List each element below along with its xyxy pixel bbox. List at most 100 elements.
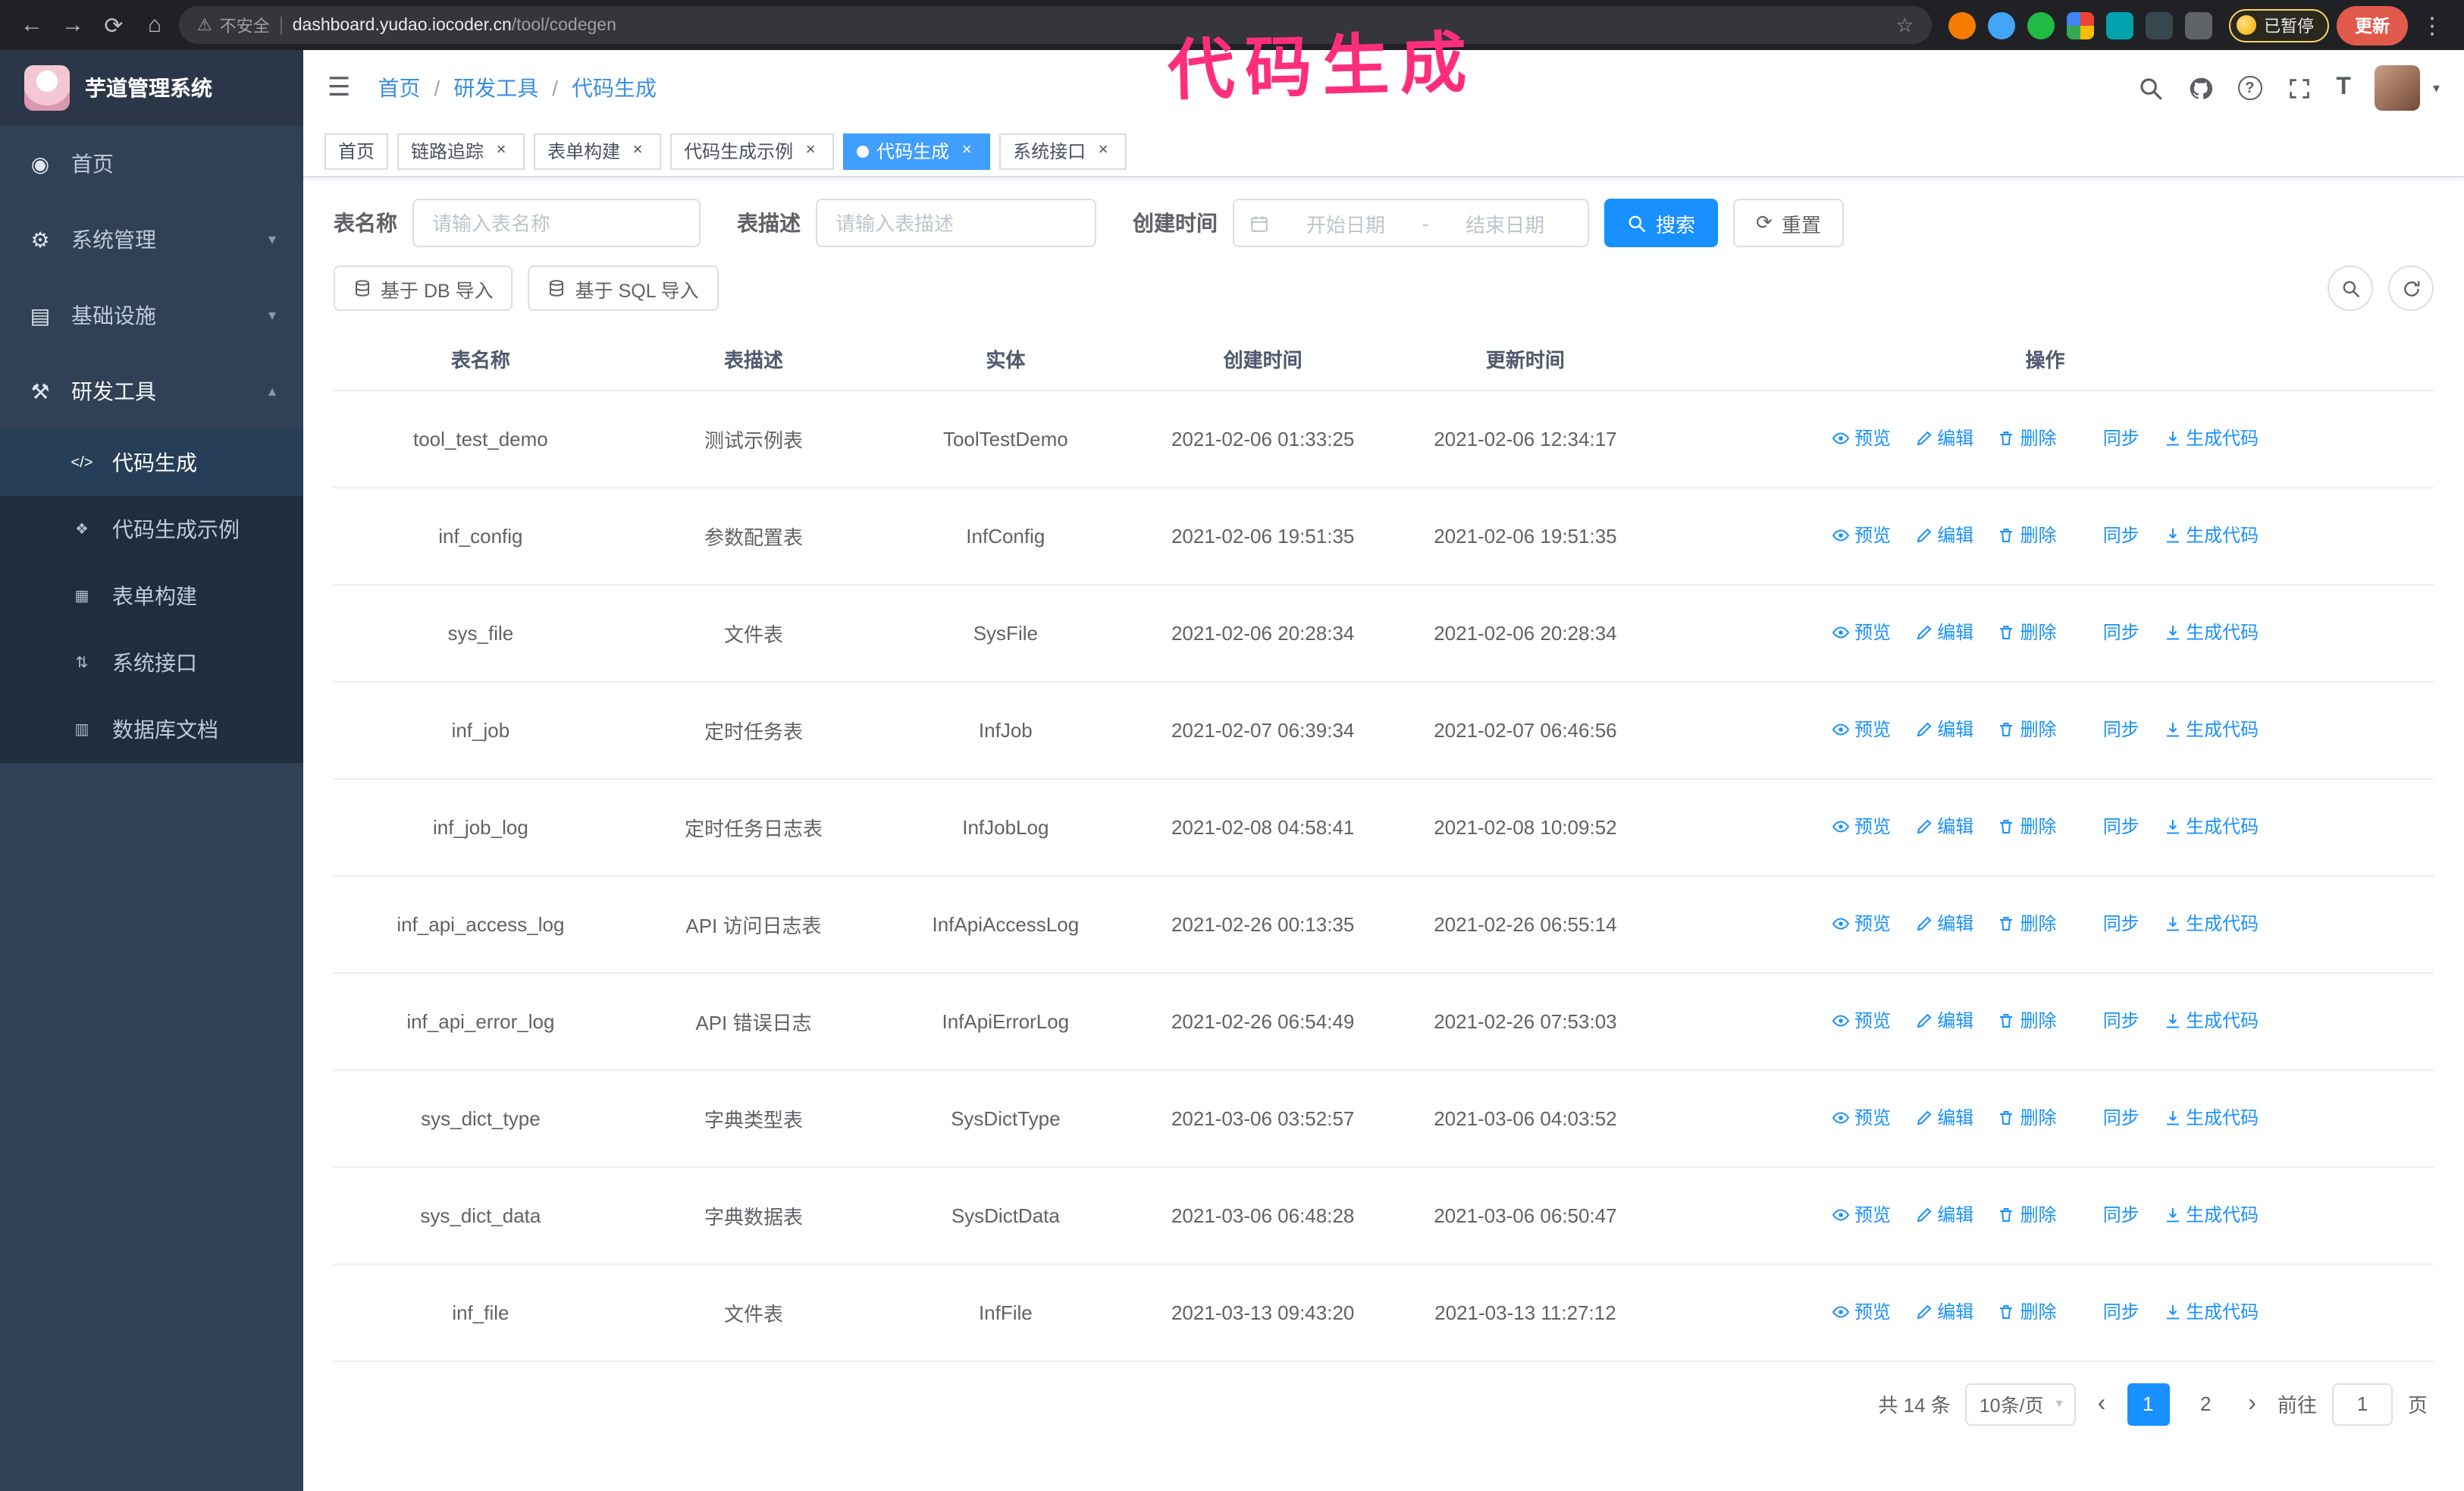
home-icon[interactable]: ⌂ <box>138 8 171 42</box>
delete-link[interactable]: 删除 <box>1998 1105 2057 1131</box>
date-range-picker[interactable]: 开始日期 - 结束日期 <box>1233 199 1589 247</box>
breadcrumb-home[interactable]: 首页 <box>378 73 421 103</box>
sync-link[interactable]: 同步 <box>2080 911 2140 937</box>
edit-link[interactable]: 编辑 <box>1914 425 1973 451</box>
edit-link[interactable]: 编辑 <box>1914 1202 1973 1228</box>
preview-link[interactable]: 预览 <box>1832 1202 1891 1228</box>
delete-link[interactable]: 删除 <box>1998 523 2057 548</box>
next-page-button[interactable]: › <box>2242 1390 2262 1417</box>
sidebar-toggle-icon[interactable]: ☰ <box>328 73 351 103</box>
edit-link[interactable]: 编辑 <box>1914 717 1973 742</box>
import-db-button[interactable]: 基于 DB 导入 <box>334 265 513 311</box>
sidebar-item-db-doc[interactable]: ▥ 数据库文档 <box>0 696 303 763</box>
sidebar-item-devtools[interactable]: ⚒ 研发工具 ▴ <box>0 353 303 429</box>
preview-link[interactable]: 预览 <box>1832 425 1891 451</box>
reload-icon[interactable]: ⟳ <box>97 8 130 42</box>
edit-link[interactable]: 编辑 <box>1914 1105 1973 1131</box>
reset-button[interactable]: ⟳ 重置 <box>1733 199 1844 247</box>
generate-code-link[interactable]: 生成代码 <box>2163 620 2259 645</box>
generate-code-link[interactable]: 生成代码 <box>2163 425 2259 451</box>
sidebar-item-home[interactable]: ◉ 首页 <box>0 126 303 202</box>
extension-icon-2[interactable] <box>1988 11 2015 39</box>
start-date-input[interactable]: 开始日期 <box>1278 209 1413 237</box>
sync-link[interactable]: 同步 <box>2080 1202 2140 1228</box>
page-size-select[interactable]: 10条/页 ▾ <box>1965 1383 2077 1425</box>
page-2-button[interactable]: 2 <box>2184 1383 2227 1425</box>
preview-link[interactable]: 预览 <box>1832 717 1891 742</box>
generate-code-link[interactable]: 生成代码 <box>2163 1008 2259 1034</box>
preview-link[interactable]: 预览 <box>1832 523 1891 548</box>
delete-link[interactable]: 删除 <box>1998 1202 2057 1228</box>
extension-icon-6[interactable] <box>2146 11 2173 39</box>
generate-code-link[interactable]: 生成代码 <box>2163 1299 2259 1325</box>
generate-code-link[interactable]: 生成代码 <box>2163 1202 2259 1228</box>
sync-link[interactable]: 同步 <box>2080 717 2140 742</box>
goto-page-input[interactable] <box>2331 1383 2393 1425</box>
edit-link[interactable]: 编辑 <box>1914 523 1973 548</box>
generate-code-link[interactable]: 生成代码 <box>2163 814 2259 840</box>
edit-link[interactable]: 编辑 <box>1914 911 1973 937</box>
sidebar-item-codegen-example[interactable]: ❖ 代码生成示例 <box>0 496 303 563</box>
generate-code-link[interactable]: 生成代码 <box>2163 911 2259 937</box>
generate-code-link[interactable]: 生成代码 <box>2163 523 2259 548</box>
breadcrumb-devtools[interactable]: 研发工具 <box>453 73 538 103</box>
sidebar-item-form-builder[interactable]: ▦ 表单构建 <box>0 563 303 629</box>
delete-link[interactable]: 删除 <box>1998 620 2057 645</box>
help-icon[interactable]: ? <box>2237 76 2262 100</box>
update-button[interactable]: 更新 <box>2337 5 2408 45</box>
tab-form-builder[interactable]: 表单构建 × <box>534 133 662 169</box>
sync-link[interactable]: 同步 <box>2080 814 2140 840</box>
kebab-menu-icon[interactable]: ⋮ <box>2415 8 2449 42</box>
sidebar-item-codegen[interactable]: </> 代码生成 <box>0 429 303 496</box>
table-desc-input[interactable] <box>816 199 1096 247</box>
sync-link[interactable]: 同步 <box>2080 620 2140 645</box>
close-icon[interactable]: × <box>957 141 977 161</box>
tab-home[interactable]: 首页 <box>324 133 389 169</box>
generate-code-link[interactable]: 生成代码 <box>2163 1105 2259 1131</box>
extension-icon-5[interactable] <box>2106 11 2133 39</box>
prev-page-button[interactable]: ‹ <box>2092 1390 2112 1417</box>
end-date-input[interactable]: 结束日期 <box>1437 209 1572 237</box>
tab-codegen-example[interactable]: 代码生成示例 × <box>670 133 835 169</box>
sync-link[interactable]: 同步 <box>2080 1299 2140 1325</box>
import-sql-button[interactable]: 基于 SQL 导入 <box>528 265 719 311</box>
delete-link[interactable]: 删除 <box>1998 911 2057 937</box>
fullscreen-icon[interactable] <box>2286 75 2312 101</box>
page-1-button[interactable]: 1 <box>2127 1383 2170 1425</box>
table-name-input[interactable] <box>412 199 701 247</box>
tab-system-api[interactable]: 系统接口 × <box>999 133 1127 169</box>
preview-link[interactable]: 预览 <box>1832 1008 1891 1034</box>
close-icon[interactable]: × <box>491 141 511 161</box>
delete-link[interactable]: 删除 <box>1998 814 2057 840</box>
edit-link[interactable]: 编辑 <box>1914 1008 1973 1034</box>
close-icon[interactable]: × <box>1093 141 1113 161</box>
search-icon[interactable] <box>2137 75 2163 101</box>
sync-link[interactable]: 同步 <box>2080 1105 2140 1131</box>
back-icon[interactable]: ← <box>15 8 49 42</box>
close-icon[interactable]: × <box>628 141 647 161</box>
paused-badge[interactable]: 已暂停 <box>2229 8 2329 42</box>
security-indicator[interactable]: ⚠ 不安全 <box>197 13 270 37</box>
delete-link[interactable]: 删除 <box>1998 425 2057 451</box>
edit-link[interactable]: 编辑 <box>1914 1299 1973 1325</box>
tab-codegen[interactable]: 代码生成 × <box>843 133 991 169</box>
preview-link[interactable]: 预览 <box>1832 814 1891 840</box>
sync-link[interactable]: 同步 <box>2080 425 2140 451</box>
address-bar[interactable]: ⚠ 不安全 dashboard.yudao.iocoder.cn/tool/co… <box>179 6 1932 44</box>
edit-link[interactable]: 编辑 <box>1914 814 1973 840</box>
sync-link[interactable]: 同步 <box>2080 1008 2140 1034</box>
sync-link[interactable]: 同步 <box>2080 523 2140 548</box>
sidebar-item-system[interactable]: ⚙ 系统管理 ▾ <box>0 202 303 278</box>
delete-link[interactable]: 删除 <box>1998 717 2057 742</box>
vue-devtools-icon[interactable] <box>2027 11 2055 39</box>
generate-code-link[interactable]: 生成代码 <box>2163 717 2259 742</box>
bookmark-star-icon[interactable]: ☆ <box>1896 13 1914 37</box>
puzzle-extensions-icon[interactable] <box>2185 11 2212 39</box>
toggle-search-button[interactable] <box>2328 265 2373 311</box>
sidebar-item-system-api[interactable]: ⇅ 系统接口 <box>0 629 303 696</box>
refresh-button[interactable] <box>2388 265 2434 311</box>
forward-icon[interactable]: → <box>56 8 89 42</box>
tab-trace[interactable]: 链路追踪 × <box>397 133 525 169</box>
preview-link[interactable]: 预览 <box>1832 1299 1891 1325</box>
extension-icon-1[interactable] <box>1948 11 1976 39</box>
